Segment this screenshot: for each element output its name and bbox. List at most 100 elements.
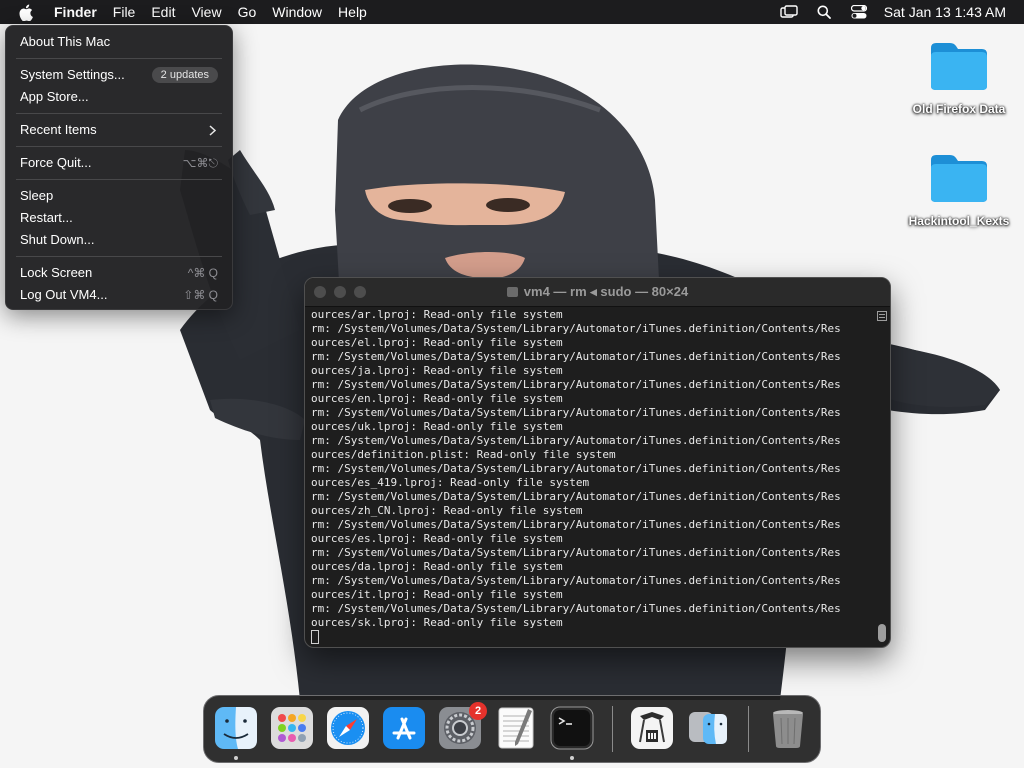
scrollbar-thumb[interactable] xyxy=(878,624,886,642)
menu-item-label: Sleep xyxy=(20,188,54,203)
terminal-output[interactable]: ources/ar.lproj: Read-only file system rm… xyxy=(311,308,871,646)
menu-item-log-out[interactable]: Log Out VM4... ⇧⌘ Q xyxy=(6,284,232,306)
running-indicator xyxy=(570,756,574,760)
running-indicator xyxy=(234,756,238,760)
terminal-line: rm: /System/Volumes/Data/System/Library/… xyxy=(311,602,841,615)
terminal-line: rm: /System/Volumes/Data/System/Library/… xyxy=(311,546,841,559)
dock-trash[interactable] xyxy=(766,706,810,750)
desktop-icon-label: Old Firefox Data xyxy=(912,102,1006,116)
menu-edit[interactable]: Edit xyxy=(143,0,183,24)
dock-launchpad[interactable] xyxy=(270,706,314,750)
menu-item-label: Restart... xyxy=(20,210,73,225)
terminal-line: rm: /System/Volumes/Data/System/Library/… xyxy=(311,434,841,447)
menu-item-label: System Settings... xyxy=(20,67,125,82)
menu-separator xyxy=(16,256,222,257)
menu-item-label: Lock Screen xyxy=(20,265,93,280)
folder-proxy-icon xyxy=(506,287,518,297)
dock-textedit[interactable] xyxy=(494,706,538,750)
menu-app-name[interactable]: Finder xyxy=(45,0,105,24)
terminal-window: vm4 — rm ◂ sudo — 80×24 ources/ar.lproj:… xyxy=(304,277,891,648)
dock-terminal[interactable] xyxy=(550,706,594,750)
terminal-line: rm: /System/Volumes/Data/System/Library/… xyxy=(311,490,841,503)
terminal-scrollbar[interactable] xyxy=(876,308,888,646)
menu-item-sleep[interactable]: Sleep xyxy=(6,185,232,207)
launchpad-icon xyxy=(271,707,313,749)
trash-icon xyxy=(773,710,803,748)
menu-item-restart[interactable]: Restart... xyxy=(6,207,232,229)
menu-help[interactable]: Help xyxy=(330,0,375,24)
menu-separator xyxy=(16,179,222,180)
terminal-line: rm: /System/Volumes/Data/System/Library/… xyxy=(311,322,841,335)
screen-mirroring-icon[interactable] xyxy=(779,2,799,22)
menu-item-label: About This Mac xyxy=(20,34,111,49)
safari-compass-icon xyxy=(327,707,369,749)
dock-finder[interactable] xyxy=(214,706,258,750)
migration-assistant-icon xyxy=(689,712,727,744)
menu-separator xyxy=(16,113,222,114)
dock-system-settings[interactable]: 2 xyxy=(438,702,487,750)
menu-item-about-this-mac[interactable]: About This Mac xyxy=(6,31,232,53)
terminal-titlebar[interactable]: vm4 — rm ◂ sudo — 80×24 xyxy=(305,278,890,307)
dock-migration-assistant[interactable] xyxy=(686,706,730,750)
chevron-right-icon xyxy=(209,119,217,142)
terminal-line: ources/da.lproj: Read-only file system xyxy=(311,560,563,573)
dock-app-store[interactable] xyxy=(382,706,426,750)
menu-item-label: Recent Items xyxy=(20,122,97,137)
terminal-title-text: vm4 — rm ◂ sudo — 80×24 xyxy=(523,284,689,299)
shortcut-label: ^⌘ Q xyxy=(187,266,218,280)
terminal-line: ources/sk.lproj: Read-only file system xyxy=(311,616,563,629)
finder-icon xyxy=(215,707,257,749)
menu-item-app-store[interactable]: App Store... xyxy=(6,86,232,108)
dock-safari[interactable] xyxy=(326,706,370,750)
terminal-line: ources/es_419.lproj: Read-only file syst… xyxy=(311,476,590,489)
terminal-line: rm: /System/Volumes/Data/System/Library/… xyxy=(311,350,841,363)
scroll-menu-icon[interactable] xyxy=(877,308,887,321)
desktop-folder-hackintool-kexts[interactable]: Hackintool_Kexts xyxy=(904,152,1014,228)
hackintool-icon xyxy=(631,707,673,749)
textedit-icon xyxy=(498,707,534,749)
terminal-line: ources/en.lproj: Read-only file system xyxy=(311,392,563,405)
dock-hackintool[interactable] xyxy=(630,706,674,750)
menu-item-system-settings[interactable]: System Settings... 2 updates xyxy=(6,64,232,86)
menu-separator xyxy=(16,58,222,59)
menu-item-label: Force Quit... xyxy=(20,155,92,170)
menu-item-lock-screen[interactable]: Lock Screen ^⌘ Q xyxy=(6,262,232,284)
desktop-icon-label: Hackintool_Kexts xyxy=(908,214,1010,228)
menu-view[interactable]: View xyxy=(183,0,229,24)
terminal-line: ources/ja.lproj: Read-only file system xyxy=(311,364,563,377)
terminal-icon xyxy=(550,706,594,750)
terminal-line: ources/el.lproj: Read-only file system xyxy=(311,336,563,349)
terminal-line: rm: /System/Volumes/Data/System/Library/… xyxy=(311,518,841,531)
notification-badge: 2 xyxy=(469,702,487,720)
shortcut-label: ⇧⌘ Q xyxy=(183,288,218,302)
terminal-line: ources/definition.plist: Read-only file … xyxy=(311,448,616,461)
dock-separator xyxy=(612,706,613,752)
menubar-clock[interactable]: Sat Jan 13 1:43 AM xyxy=(884,4,1006,20)
terminal-line: ources/zh_CN.lproj: Read-only file syste… xyxy=(311,504,583,517)
folder-icon xyxy=(928,40,990,92)
spotlight-search-icon[interactable] xyxy=(814,2,834,22)
terminal-line: ources/es.lproj: Read-only file system xyxy=(311,532,563,545)
app-store-icon xyxy=(383,707,425,749)
terminal-line: rm: /System/Volumes/Data/System/Library/… xyxy=(311,574,841,587)
control-center-icon[interactable] xyxy=(849,2,869,22)
menu-window[interactable]: Window xyxy=(264,0,330,24)
menu-bar: Finder File Edit View Go Window Help Sat… xyxy=(0,0,1024,24)
menu-item-label: App Store... xyxy=(20,89,89,104)
terminal-title: vm4 — rm ◂ sudo — 80×24 xyxy=(305,278,890,306)
menu-item-recent-items[interactable]: Recent Items xyxy=(6,119,232,141)
menu-go[interactable]: Go xyxy=(230,0,265,24)
terminal-line: rm: /System/Volumes/Data/System/Library/… xyxy=(311,378,841,391)
menu-item-label: Log Out VM4... xyxy=(20,287,108,302)
menu-item-label: Shut Down... xyxy=(20,232,95,247)
terminal-line: rm: /System/Volumes/Data/System/Library/… xyxy=(311,406,841,419)
terminal-prompt-line[interactable] xyxy=(311,630,871,646)
menu-item-shut-down[interactable]: Shut Down... xyxy=(6,229,232,251)
menu-item-force-quit[interactable]: Force Quit... ⌥⌘⎋ xyxy=(6,152,232,174)
apple-menu-icon[interactable] xyxy=(17,2,35,22)
menu-file[interactable]: File xyxy=(105,0,144,24)
folder-icon xyxy=(928,152,990,204)
updates-badge: 2 updates xyxy=(151,67,218,83)
desktop-folder-old-firefox-data[interactable]: Old Firefox Data xyxy=(904,40,1014,116)
menu-separator xyxy=(16,146,222,147)
